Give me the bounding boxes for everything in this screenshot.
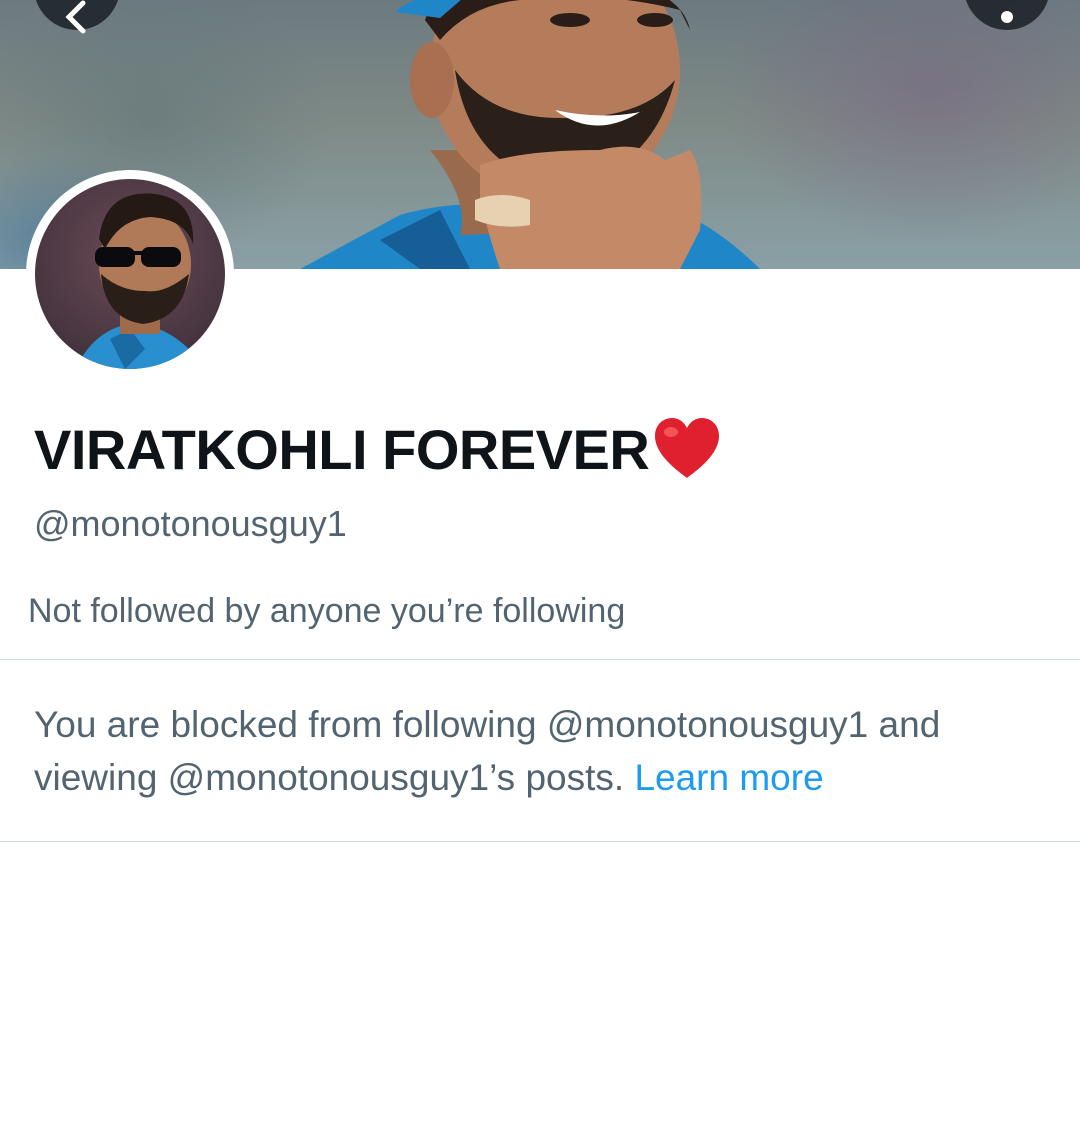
divider <box>0 659 1080 660</box>
display-name: VIRATKOHLI FOREVER <box>34 416 723 482</box>
more-vertical-icon <box>1001 11 1013 23</box>
profile-avatar[interactable] <box>26 170 234 378</box>
divider <box>0 841 1080 842</box>
red-heart-icon <box>655 418 720 478</box>
learn-more-link[interactable]: Learn more <box>634 757 823 798</box>
avatar-image <box>35 179 225 369</box>
profile-page: VIRATKOHLI FOREVER @monotonousguy1 Not f… <box>0 0 1080 1131</box>
arrow-left-icon <box>65 0 86 34</box>
followed-by-text: Not followed by anyone you’re following <box>28 592 626 630</box>
profile-handle: @monotonousguy1 <box>34 503 347 544</box>
blocked-notice: You are blocked from following @monotono… <box>34 698 1054 804</box>
display-name-text: VIRATKOHLI FOREVER <box>34 417 650 481</box>
